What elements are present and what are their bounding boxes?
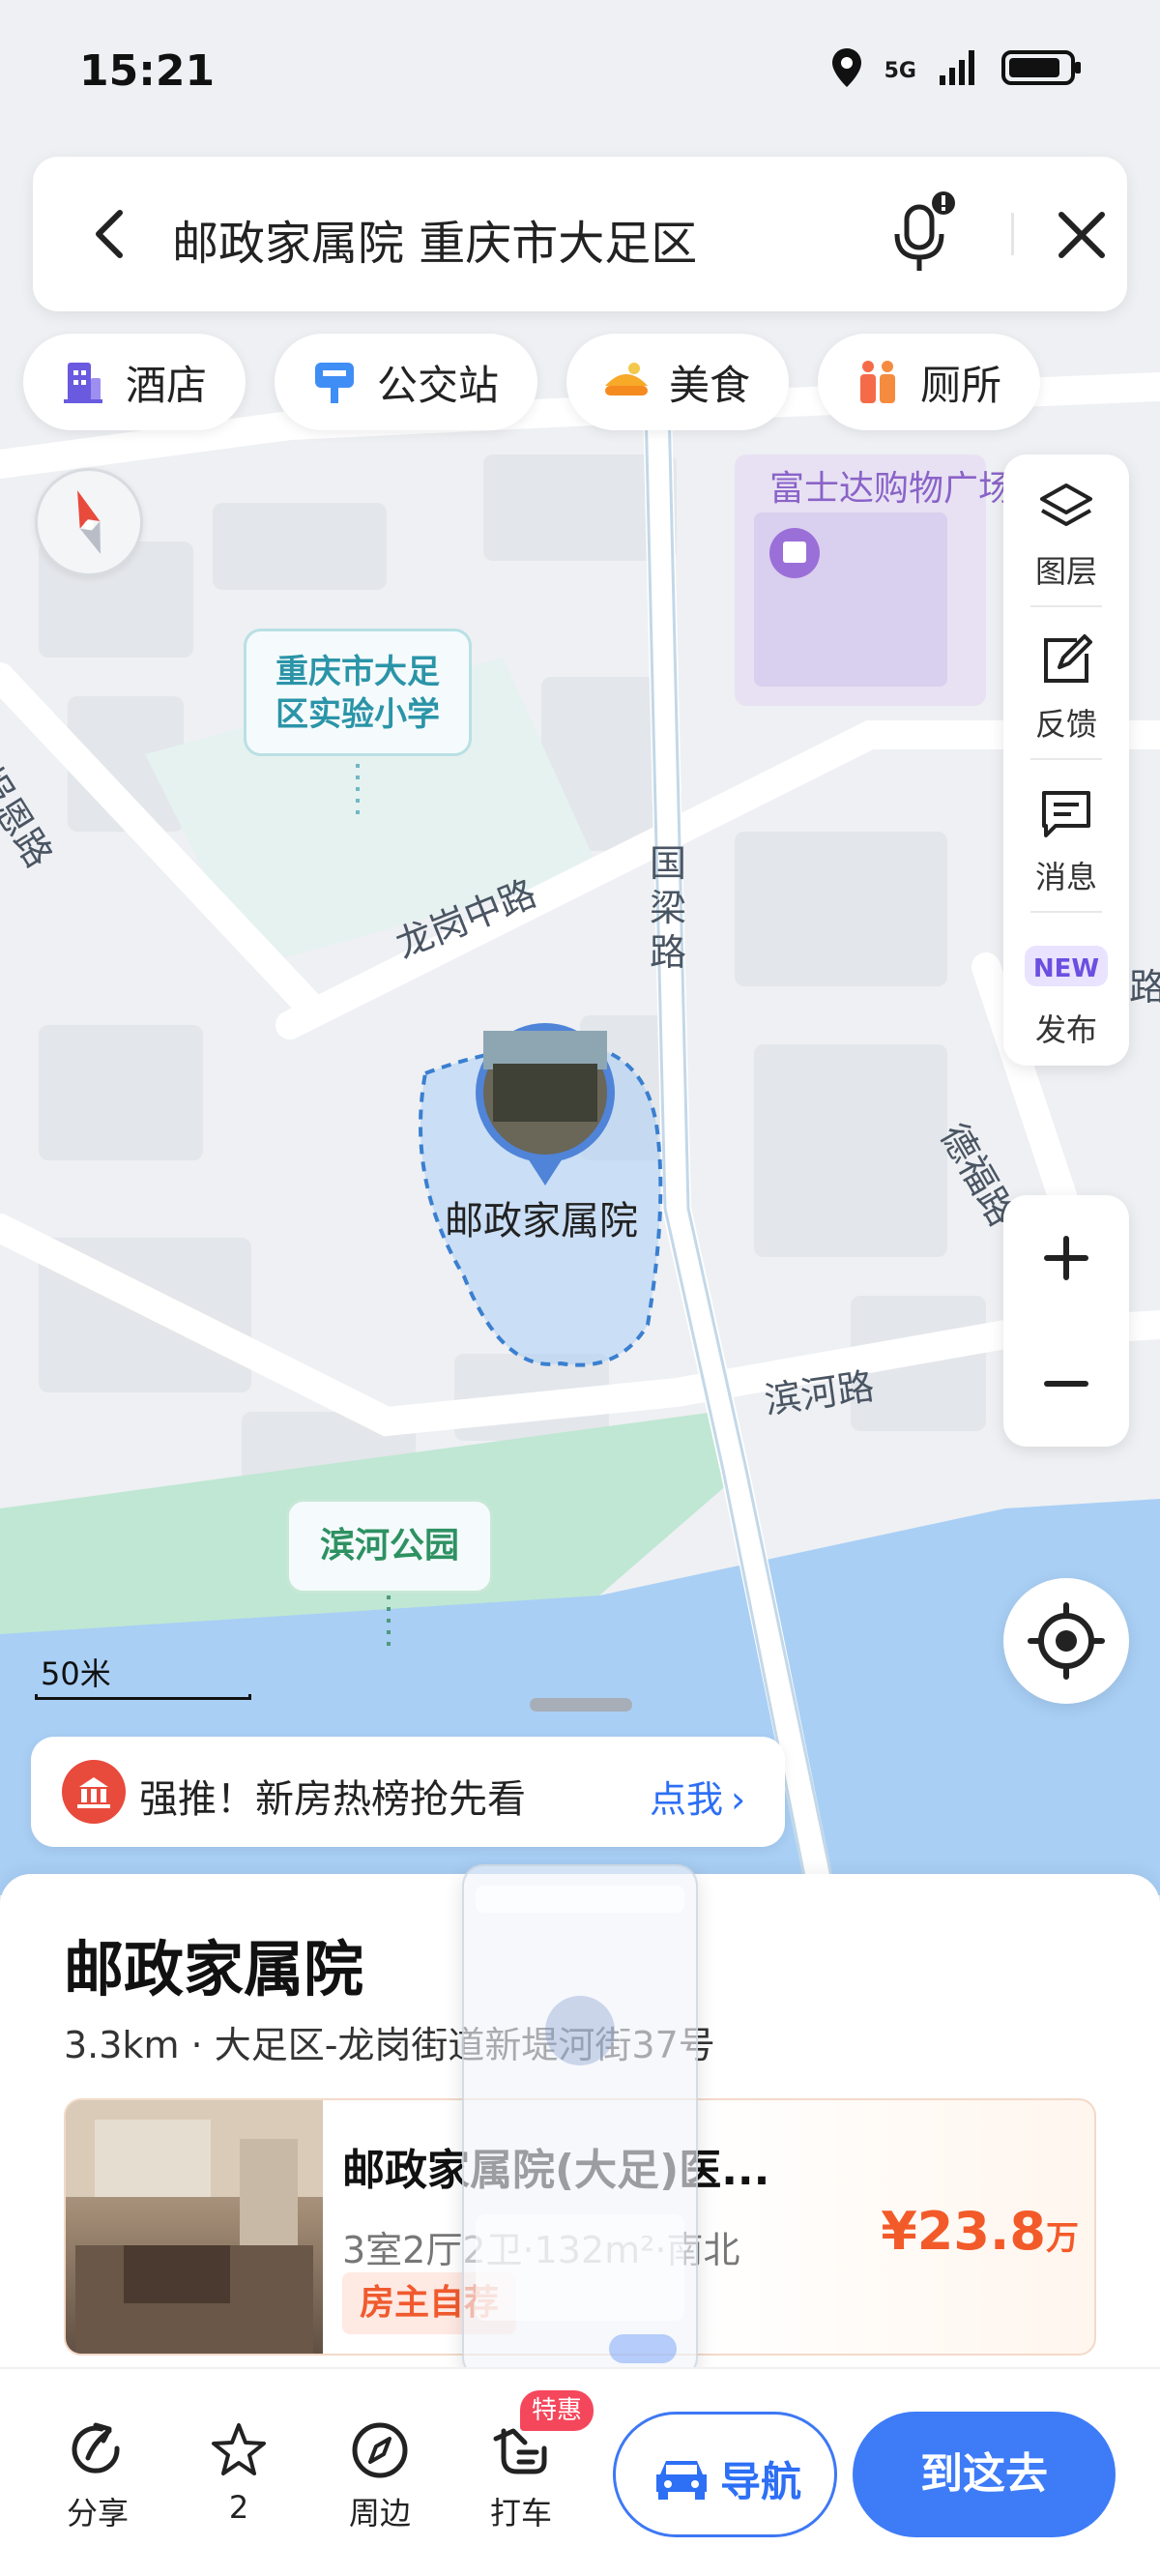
promo-cta[interactable]: 点我 › xyxy=(650,1770,745,1823)
building-badge-icon xyxy=(62,1760,126,1824)
plus-icon xyxy=(1044,1236,1088,1280)
feedback-button[interactable]: 反馈 xyxy=(1003,607,1129,760)
mall-label[interactable]: 富士达购物广场 xyxy=(769,460,1013,511)
promo-text: 强推！新房热榜抢先看 xyxy=(139,1777,526,1822)
share-label: 分享 xyxy=(66,2495,129,2532)
layers-button[interactable]: 图层 xyxy=(1003,454,1129,607)
battery-icon xyxy=(1001,48,1083,93)
message-icon xyxy=(1038,785,1094,841)
chevron-right-icon: › xyxy=(731,1778,746,1821)
microphone-icon[interactable] xyxy=(884,191,961,278)
place-title: 邮政家属院 xyxy=(64,1934,364,2005)
network-label: 5G xyxy=(884,58,916,83)
compass-needle-icon xyxy=(77,490,101,554)
star-icon xyxy=(208,2419,270,2481)
taxi-label: 打车 xyxy=(489,2495,552,2532)
sheet-drag-handle[interactable] xyxy=(530,1698,632,1712)
navigate-button[interactable]: 导航 xyxy=(613,2412,837,2537)
status-icons: 5G xyxy=(830,46,1083,95)
promo-banner[interactable]: 强推！新房热榜抢先看 点我 › xyxy=(31,1737,785,1847)
minus-icon xyxy=(1044,1381,1088,1387)
bus-stop-icon xyxy=(309,357,360,407)
compass-icon xyxy=(349,2419,411,2481)
map-app-screen: 富士达购物广场 重庆市大足区实验小学 报恩路 龙岗中路 国梁路 滨河路 德福路 … xyxy=(0,0,1160,2576)
scale-label: 50米 xyxy=(41,1655,111,1692)
crosshair-icon xyxy=(1028,1602,1105,1680)
taxi-button[interactable]: 打车 xyxy=(468,2419,574,2533)
park-label[interactable]: 滨河公园 xyxy=(286,1499,493,1594)
layers-label: 图层 xyxy=(1034,553,1097,590)
my-location-button[interactable] xyxy=(1003,1578,1129,1704)
chip-food[interactable]: 美食 xyxy=(566,334,790,430)
messages-button[interactable]: 消息 xyxy=(1003,760,1129,913)
zoom-controls xyxy=(1003,1195,1129,1447)
navigate-label: 导航 xyxy=(720,2458,802,2505)
floating-screen-preview[interactable] xyxy=(462,1864,698,2379)
signal-icon xyxy=(938,48,980,93)
favorite-button[interactable]: 2 xyxy=(186,2419,292,2526)
compass-button[interactable] xyxy=(35,468,143,576)
status-bar: 15:21 5G xyxy=(0,0,1160,145)
hotel-icon xyxy=(58,357,108,407)
zoom-in-button[interactable] xyxy=(1003,1195,1129,1321)
listing-price: ¥23.8万 xyxy=(881,2201,1079,2262)
promo-cta-label: 点我 xyxy=(650,1778,724,1821)
preview-thumbnail xyxy=(476,1886,684,2363)
school-label-text: 重庆市大足区实验小学 xyxy=(276,653,440,734)
chip-hotel-label: 酒店 xyxy=(126,361,208,409)
location-status-icon xyxy=(830,46,863,95)
nearby-button[interactable]: 周边 xyxy=(327,2419,433,2533)
map-tools-panel: 图层 反馈 消息 NEW 发布 xyxy=(1003,454,1129,1066)
scale-bar xyxy=(35,1694,251,1700)
car-icon xyxy=(652,2453,710,2502)
map-scale: 50米 xyxy=(35,1650,251,1708)
feedback-icon xyxy=(1038,632,1094,688)
category-chips: 酒店 公交站 美食 厕所 xyxy=(23,334,1041,430)
svg-text:NEW: NEW xyxy=(1033,954,1099,983)
share-icon xyxy=(67,2419,129,2481)
search-bar[interactable]: 邮政家属院 重庆市大足区 xyxy=(33,157,1127,311)
chip-bus-stop-label: 公交站 xyxy=(377,361,500,409)
back-icon[interactable] xyxy=(83,205,141,263)
food-icon xyxy=(601,357,652,407)
listing-photo xyxy=(66,2100,323,2354)
chip-hotel[interactable]: 酒店 xyxy=(23,334,246,430)
road-guoliang-label: 国梁路 xyxy=(650,842,687,974)
chip-food-label: 美食 xyxy=(669,361,751,409)
status-time: 15:21 xyxy=(79,46,216,96)
search-divider xyxy=(1011,213,1014,255)
search-query[interactable]: 邮政家属院 重庆市大足区 xyxy=(172,205,697,273)
publish-label: 发布 xyxy=(1034,1011,1097,1048)
zoom-out-button[interactable] xyxy=(1003,1321,1129,1447)
messages-label: 消息 xyxy=(1034,859,1097,895)
school-label[interactable]: 重庆市大足区实验小学 xyxy=(244,629,472,756)
chip-toilet[interactable]: 厕所 xyxy=(818,334,1041,430)
listing-price-value: ¥23.8 xyxy=(881,2201,1046,2262)
feedback-label: 反馈 xyxy=(1034,706,1097,743)
taxi-discount-badge: 特惠 xyxy=(520,2390,594,2431)
share-button[interactable]: 分享 xyxy=(44,2419,151,2533)
favorite-count: 2 xyxy=(228,2489,249,2526)
listing-price-unit: 万 xyxy=(1046,2219,1079,2258)
close-icon[interactable] xyxy=(1052,205,1112,265)
go-here-button[interactable]: 到这去 xyxy=(853,2412,1116,2537)
toilet-icon xyxy=(853,357,903,407)
publish-icon: NEW xyxy=(1023,938,1110,994)
chip-toilet-label: 厕所 xyxy=(920,361,1002,409)
chip-bus-stop[interactable]: 公交站 xyxy=(275,334,538,430)
nearby-label: 周边 xyxy=(348,2495,411,2532)
road-edge-label: 路 xyxy=(1129,966,1160,1009)
pin-label[interactable]: 邮政家属院 xyxy=(445,1189,638,1245)
publish-button[interactable]: NEW 发布 xyxy=(1003,913,1129,1066)
layers-icon xyxy=(1038,480,1094,536)
